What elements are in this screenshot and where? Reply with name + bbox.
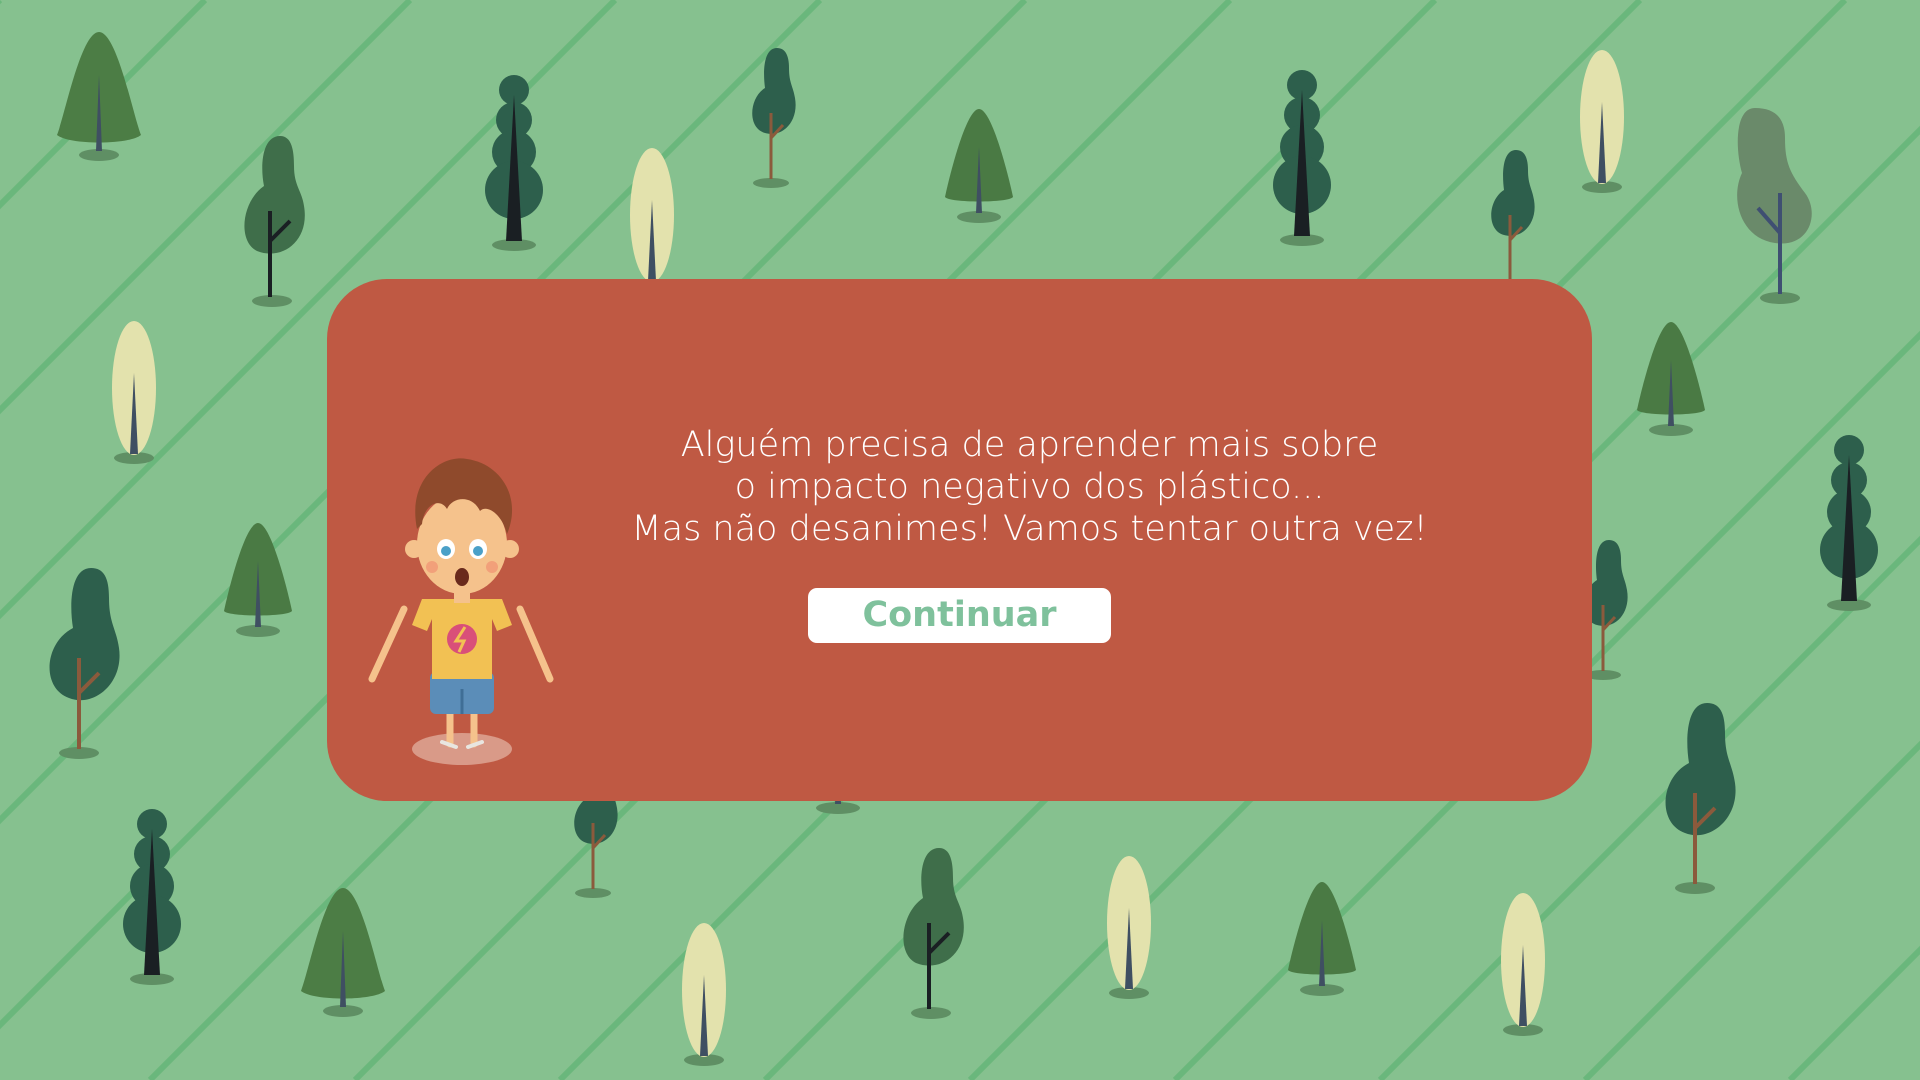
continue-button[interactable]: Continuar — [808, 588, 1111, 643]
message-line-1: Alguém precisa de aprender mais sobre — [680, 425, 1379, 465]
message-line-3: Mas não desanimes! Vamos tentar outra ve… — [631, 509, 1428, 549]
boy-character-illustration — [368, 458, 554, 765]
result-message: Alguém precisa de aprender mais sobre o … — [547, 424, 1512, 550]
message-line-2: o impacto negativo dos plástico... — [734, 467, 1325, 507]
feedback-dialog: Alguém precisa de aprender mais sobre o … — [327, 279, 1592, 801]
